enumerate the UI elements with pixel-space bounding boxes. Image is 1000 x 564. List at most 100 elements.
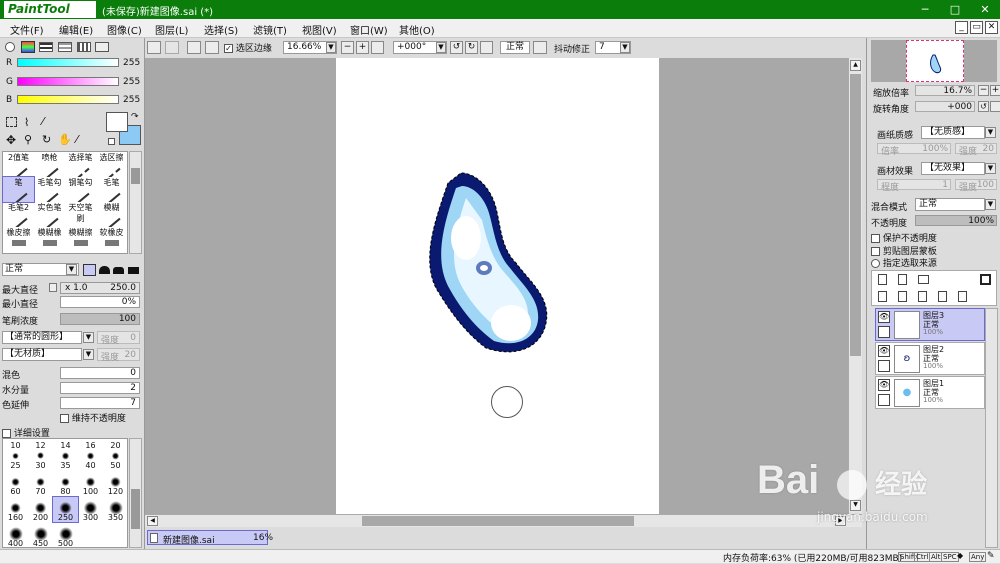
pen-lock-icon[interactable]	[878, 326, 890, 338]
nav-rotate-left-icon[interactable]: ↺	[978, 101, 989, 112]
brush-size-cell[interactable]: 100	[78, 471, 103, 496]
keep-opacity-checkbox[interactable]: 维持不透明度	[60, 411, 126, 424]
brush-shape-sharp-icon[interactable]	[83, 264, 96, 276]
tool-soft-eraser[interactable]: 软橡皮	[96, 227, 127, 252]
hsv-slider-icon[interactable]	[39, 42, 53, 52]
paper-texture-strength-slider[interactable]: 强度 20	[955, 143, 997, 157]
layer-item[interactable]: 👁 ● 图层1 正常 100%	[875, 376, 985, 409]
nav-rotate-slider[interactable]: +000	[915, 101, 975, 112]
radio-circle[interactable]	[871, 259, 880, 268]
brush-size-cell[interactable]: 400	[3, 523, 28, 547]
delete-layer-icon[interactable]	[938, 291, 947, 302]
tool-blur-erase[interactable]: 模糊擦	[65, 227, 96, 252]
tool-pen-outline[interactable]: 钢笔勾	[65, 177, 96, 202]
blend-slider[interactable]: 0	[60, 367, 140, 379]
brush-size-cell[interactable]: 80	[53, 471, 78, 496]
tool-solid-pen[interactable]: 实色笔	[34, 202, 65, 227]
texture-strength-slider[interactable]: 强度 20	[97, 348, 140, 363]
brush-shape-flat-icon[interactable]	[128, 267, 139, 274]
new-layer-icon[interactable]	[878, 274, 887, 285]
water-slider[interactable]: 2	[60, 382, 140, 394]
brush-size-cell[interactable]: 40	[78, 445, 103, 470]
menu-edit[interactable]: 编辑(E)	[59, 22, 93, 37]
rgb-slider-icon[interactable]	[21, 41, 35, 53]
new-linework-layer-icon[interactable]	[898, 274, 907, 285]
brush-texture-select[interactable]: 【无材质】	[2, 348, 82, 361]
brush-size-cell[interactable]: 30	[28, 445, 53, 470]
chevron-down-icon[interactable]: ▼	[620, 42, 630, 53]
flip-icon[interactable]	[533, 41, 547, 54]
rect-select-icon[interactable]	[6, 117, 17, 127]
menu-filter[interactable]: 滤镜(T)	[253, 22, 287, 37]
mixer-icon[interactable]	[58, 42, 72, 52]
zoom-in-button[interactable]: +	[356, 41, 369, 54]
paper-effect-width-slider[interactable]: 程度 1	[877, 179, 951, 193]
scroll-thumb[interactable]	[850, 74, 861, 356]
color-wheel-icon[interactable]	[5, 42, 15, 52]
navigator-viewport[interactable]	[906, 40, 964, 82]
mdi-minimize-button[interactable]: _	[955, 21, 968, 34]
lasso-icon[interactable]: ⌇	[24, 116, 29, 129]
copy-layer-icon[interactable]	[878, 291, 887, 302]
g-slider[interactable]	[17, 77, 119, 86]
chevron-down-icon[interactable]: ▼	[326, 42, 336, 53]
zoom-reset-button[interactable]	[371, 41, 384, 54]
checkbox-box[interactable]	[60, 414, 69, 423]
layer-list-scrollbar[interactable]	[985, 308, 998, 548]
maximize-button[interactable]: □	[940, 0, 970, 19]
blend-mode-select[interactable]: 正常	[915, 198, 985, 211]
chevron-down-icon[interactable]: ▼	[985, 163, 996, 174]
layer-lock-checkbox[interactable]	[878, 360, 890, 372]
paper-effect-select[interactable]: 【无效果】	[921, 162, 985, 175]
reset-colors-icon[interactable]	[108, 138, 115, 145]
b-slider[interactable]	[17, 95, 119, 104]
canvas-vertical-scrollbar[interactable]: ▲ ▼	[848, 58, 862, 514]
brush-size-cell[interactable]: 300	[78, 497, 103, 522]
invert-selection-icon[interactable]	[205, 41, 219, 54]
rotate-reset-button[interactable]	[480, 41, 493, 54]
magic-wand-icon[interactable]: ⁄	[42, 115, 44, 128]
brush-shape-soft-icon[interactable]	[113, 267, 124, 274]
scroll-thumb[interactable]	[131, 489, 140, 529]
merge-down-icon[interactable]	[898, 291, 907, 302]
swap-colors-icon[interactable]: ↷	[131, 112, 139, 122]
brush-size-cell[interactable]: 25	[3, 445, 28, 470]
brush-size-cell[interactable]: 160	[3, 497, 28, 522]
menu-file[interactable]: 文件(F)	[10, 22, 44, 37]
layer-settings-icon[interactable]	[980, 274, 991, 285]
menu-layer[interactable]: 图层(L)	[155, 22, 188, 37]
tool-brush-outline[interactable]: 毛笔勾	[34, 177, 65, 202]
persistence-slider[interactable]: 7	[60, 397, 140, 409]
zoom-icon[interactable]: ⚲	[24, 133, 32, 146]
checkbox-box[interactable]	[2, 429, 11, 438]
tool-eraser[interactable]: 橡皮擦	[3, 227, 34, 252]
chevron-down-icon[interactable]: ▼	[985, 127, 996, 138]
canvas-paper[interactable]	[336, 58, 659, 514]
selection-source-radio[interactable]: 指定选取来源	[871, 256, 937, 269]
tool-select-eraser[interactable]: 选区擦	[96, 152, 127, 177]
deselect-icon[interactable]	[187, 41, 201, 54]
scratchpad-icon[interactable]	[95, 42, 109, 52]
chevron-down-icon[interactable]: ▼	[436, 42, 446, 53]
clear-layer-icon[interactable]	[918, 291, 927, 302]
brush-size-cell[interactable]: 120	[103, 471, 127, 496]
layer-lock-checkbox[interactable]	[878, 394, 890, 406]
brush-size-cell[interactable]: 70	[28, 471, 53, 496]
brush-size-cell[interactable]: 450	[28, 523, 53, 547]
trash-icon[interactable]	[958, 291, 967, 302]
density-slider[interactable]: 100	[60, 313, 140, 325]
size-grid-scrollbar[interactable]	[129, 438, 142, 548]
chevron-down-icon[interactable]: ▼	[66, 264, 77, 275]
layer-item[interactable]: 👁 ʚ 图层2 正常 100%	[875, 342, 985, 375]
mdi-restore-button[interactable]: ▭	[970, 21, 983, 34]
tool-blur-eraser[interactable]: 模糊橡	[34, 227, 65, 252]
protect-opacity-checkbox[interactable]: 保护不透明度	[871, 231, 937, 244]
document-tab[interactable]: 新建图像.sai 16%	[147, 530, 273, 546]
opacity-slider[interactable]: 100%	[915, 215, 997, 226]
eyedropper-icon[interactable]: ⁄	[76, 133, 78, 146]
foreground-color-swatch[interactable]	[106, 112, 128, 132]
scroll-left-arrow-icon[interactable]: ◀	[147, 516, 158, 526]
menu-other[interactable]: 其他(O)	[399, 22, 435, 37]
rotate-right-icon[interactable]: ↻	[465, 41, 478, 54]
rotate-icon[interactable]: ↻	[42, 133, 51, 146]
